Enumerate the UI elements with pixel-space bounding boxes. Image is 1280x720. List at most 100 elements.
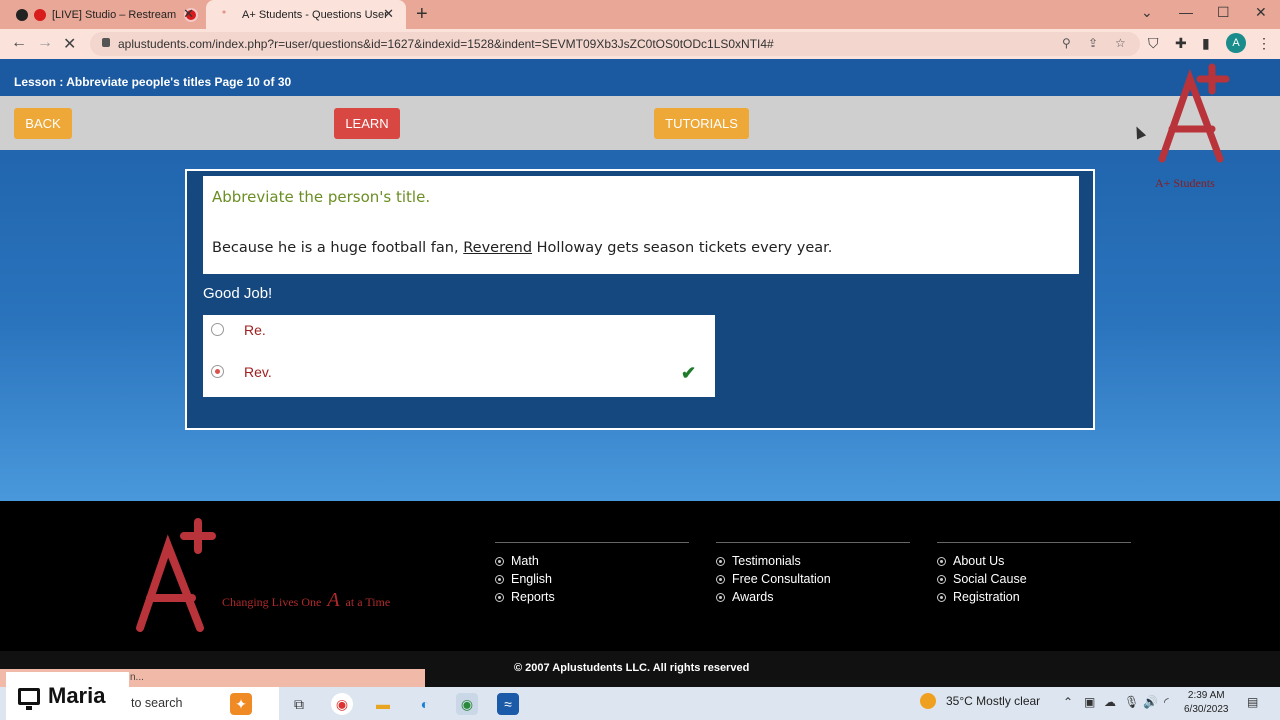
- close-icon[interactable]: ✕: [383, 6, 394, 22]
- checkmark-icon: ✔: [681, 363, 697, 383]
- page-content: Lesson : Abbreviate people's titles Page…: [0, 59, 1280, 501]
- bullet-icon: [716, 574, 725, 584]
- maximize-icon[interactable]: ☐: [1217, 4, 1230, 21]
- chrome-active-icon[interactable]: ◉: [456, 693, 478, 715]
- radio-button[interactable]: [211, 323, 224, 336]
- aplus-logo-icon: [1158, 63, 1230, 163]
- aplus-favicon-icon: ⁺: [221, 8, 227, 20]
- footer-column: Testimonials Free Consultation Awards: [716, 542, 910, 606]
- wifi-icon[interactable]: ◜: [1164, 695, 1169, 709]
- footer-link-free-consultation[interactable]: Free Consultation: [716, 570, 910, 588]
- answer-option[interactable]: Re.: [203, 315, 715, 355]
- footer-link-label: Testimonials: [732, 554, 801, 568]
- task-view-icon[interactable]: ⧉: [288, 693, 310, 715]
- footer-link-label: Registration: [953, 590, 1020, 604]
- bullet-icon: [937, 592, 946, 602]
- shield-icon[interactable]: ⛉: [1148, 35, 1159, 52]
- footer-link-about-us[interactable]: About Us: [937, 552, 1131, 570]
- tutorials-button[interactable]: TUTORIALS: [654, 108, 749, 139]
- footer-link-english[interactable]: English: [495, 570, 689, 588]
- window-close-icon[interactable]: ✕: [1255, 4, 1267, 21]
- answer-option[interactable]: Rev. ✔: [203, 357, 715, 397]
- lesson-toolbar: BACK LEARN TUTORIALS: [0, 96, 1280, 150]
- edge-icon[interactable]: ◐: [414, 693, 436, 715]
- tab-search-icon[interactable]: ⌄: [1141, 4, 1153, 21]
- footer-link-label: Social Cause: [953, 572, 1027, 586]
- stop-loading-icon[interactable]: ✕: [63, 34, 76, 54]
- footer-column: Math English Reports: [495, 542, 689, 606]
- cloud-icon[interactable]: ☁: [1104, 695, 1116, 709]
- minimize-icon[interactable]: —: [1179, 4, 1193, 20]
- camera-icon[interactable]: ▣: [1084, 695, 1095, 709]
- highlighted-word: Reverend: [463, 240, 533, 256]
- live-dot-icon: [34, 8, 46, 21]
- tagline-text: at a Time: [345, 595, 391, 609]
- app-icon[interactable]: ≈: [497, 693, 519, 715]
- windows-taskbar: to search ✦ ⧉ ◉ ▬ ◐ ◉ ≈ 35°C Mostly clea…: [0, 687, 1280, 720]
- forward-arrow-icon[interactable]: →: [37, 34, 53, 52]
- answer-list: Re. Rev. ✔: [203, 315, 715, 397]
- footer-link-registration[interactable]: Registration: [937, 588, 1131, 606]
- footer-link-awards[interactable]: Awards: [716, 588, 910, 606]
- chrome-icon[interactable]: ◉: [331, 693, 353, 715]
- lesson-header: Lesson : Abbreviate people's titles Page…: [0, 59, 1280, 96]
- user-name: Maria: [48, 683, 106, 708]
- weather-text: 35°C Mostly clear: [946, 694, 1041, 708]
- bullet-icon: [937, 556, 946, 566]
- new-tab-icon[interactable]: +: [416, 3, 428, 26]
- bookmark-star-icon[interactable]: ☆: [1115, 36, 1126, 50]
- bullet-icon: [937, 574, 946, 584]
- site-footer: Changing Lives One Aat a Time Math Englis…: [0, 501, 1280, 651]
- zoom-icon[interactable]: ⚲: [1062, 36, 1071, 50]
- profile-avatar[interactable]: A: [1226, 33, 1246, 53]
- volume-icon[interactable]: 🔊: [1143, 695, 1158, 709]
- microphone-icon[interactable]: 🎙: [1124, 695, 1139, 709]
- side-panel-icon[interactable]: ▮: [1202, 35, 1210, 52]
- footer-link-label: Free Consultation: [732, 572, 831, 586]
- footer-link-math[interactable]: Math: [495, 552, 689, 570]
- question-instruction: Abbreviate the person's title.: [212, 188, 431, 206]
- menu-kebab-icon[interactable]: ⋮: [1257, 35, 1271, 52]
- question-panel: Abbreviate the person's title. Because h…: [203, 176, 1079, 274]
- bullet-icon: [716, 592, 725, 602]
- address-bar: ← → ✕ aplustudents.com/index.php?r=user/…: [0, 29, 1280, 59]
- search-highlight-icon[interactable]: ✦: [230, 693, 252, 715]
- footer-link-social-cause[interactable]: Social Cause: [937, 570, 1131, 588]
- logo-caption: A+ Students: [1155, 176, 1215, 190]
- chevron-up-icon[interactable]: ⌃: [1063, 695, 1073, 709]
- notifications-icon[interactable]: ▤: [1247, 695, 1258, 709]
- tab-restream[interactable]: [LIVE] Studio – Restream ✕: [0, 0, 206, 29]
- taskbar-clock[interactable]: 2:39 AM 6/30/2023: [1184, 689, 1229, 717]
- tab-aplus-students[interactable]: ⁺ A+ Students - Questions User ✕: [206, 0, 406, 29]
- back-arrow-icon[interactable]: ←: [11, 34, 27, 52]
- back-button[interactable]: BACK: [14, 108, 72, 139]
- url-text: aplustudents.com/index.php?r=user/questi…: [118, 37, 774, 51]
- bullet-icon: [495, 592, 504, 602]
- footer-link-testimonials[interactable]: Testimonials: [716, 552, 910, 570]
- weather-widget[interactable]: 35°C Mostly clear: [920, 693, 1040, 709]
- tab-title: A+ Students - Questions User: [242, 8, 388, 21]
- radio-button[interactable]: [211, 365, 224, 378]
- url-field[interactable]: aplustudents.com/index.php?r=user/questi…: [90, 32, 1140, 56]
- browser-tab-bar: [LIVE] Studio – Restream ✕ ⁺ A+ Students…: [0, 0, 1280, 29]
- webcam-name-overlay: Maria: [6, 672, 129, 720]
- footer-column: About Us Social Cause Registration: [937, 542, 1131, 606]
- extensions-puzzle-icon[interactable]: ✚: [1175, 35, 1187, 52]
- tagline-text: Changing Lives One: [222, 595, 322, 609]
- feedback-message: Good Job!: [203, 285, 273, 302]
- sentence-text: Because he is a huge football fan,: [212, 240, 464, 256]
- answer-label: Re.: [244, 322, 266, 338]
- bullet-icon: [495, 574, 504, 584]
- footer-link-label: About Us: [953, 554, 1005, 568]
- bullet-icon: [716, 556, 725, 566]
- learn-button[interactable]: LEARN: [334, 108, 400, 139]
- close-icon[interactable]: ✕: [183, 6, 194, 22]
- answer-label: Rev.: [244, 364, 272, 380]
- lesson-title: Lesson : Abbreviate people's titles Page…: [14, 75, 292, 89]
- share-icon[interactable]: ⇪: [1088, 36, 1098, 50]
- moon-icon: [920, 693, 936, 709]
- taskbar-search[interactable]: to search: [129, 687, 279, 720]
- footer-link-reports[interactable]: Reports: [495, 588, 689, 606]
- file-explorer-icon[interactable]: ▬: [372, 693, 394, 715]
- tagline-letter: A: [327, 589, 340, 611]
